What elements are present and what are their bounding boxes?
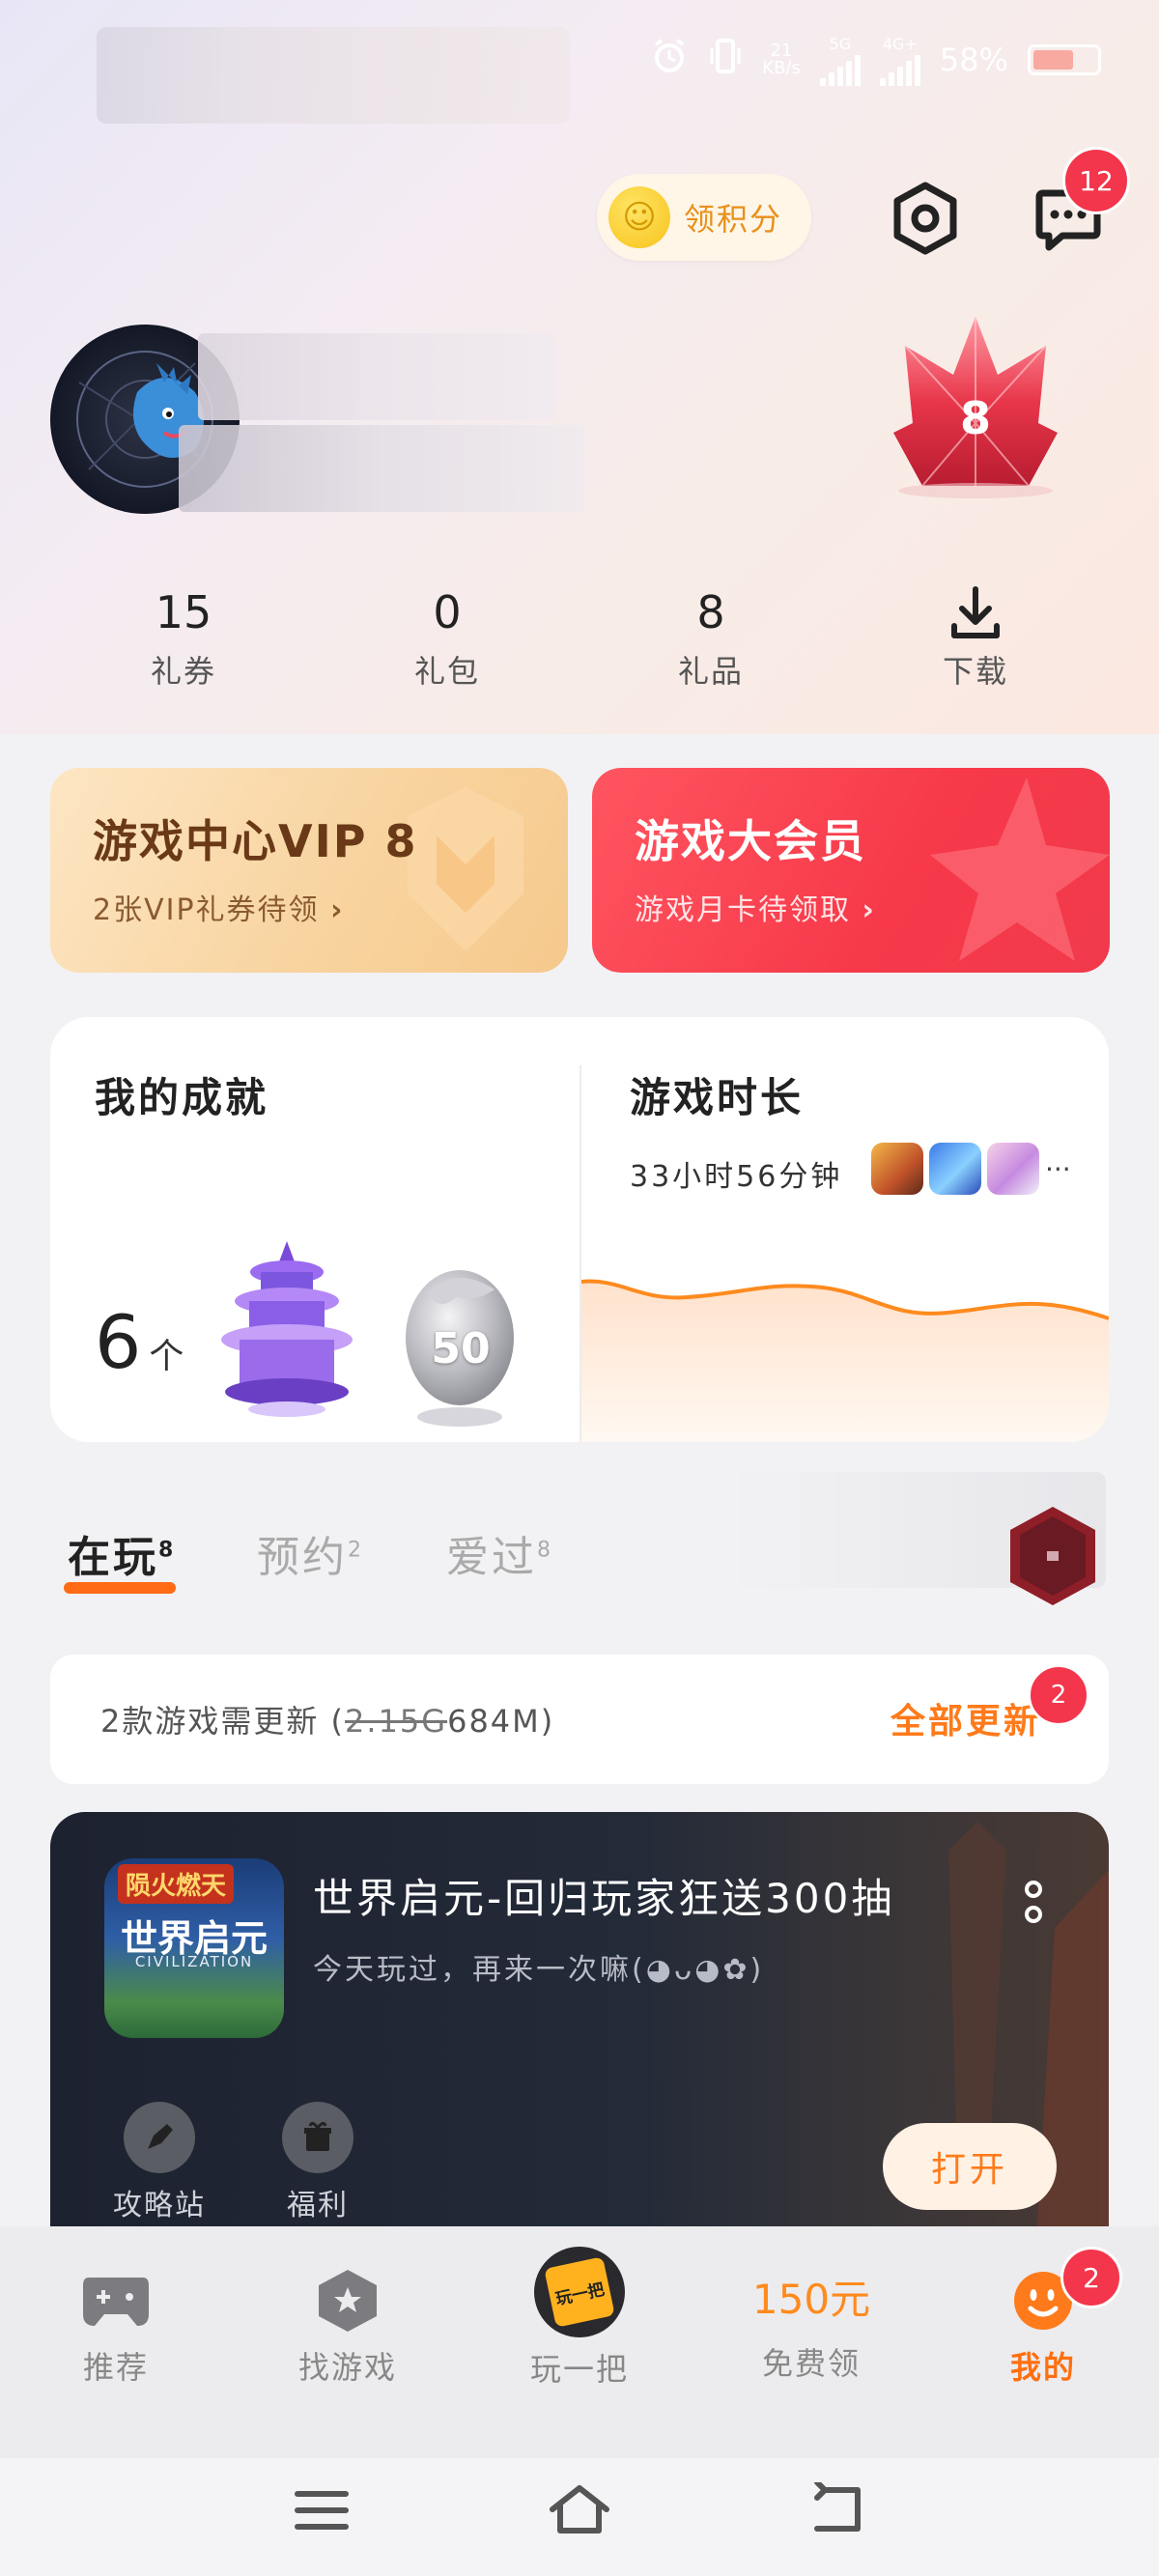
update-summary: 2款游戏需更新 (2.15G684M): [100, 1703, 555, 1740]
vibrate-icon: [708, 37, 743, 83]
menu-icon[interactable]: [294, 2488, 350, 2536]
nav-play-one-label: 玩一把: [529, 2351, 629, 2388]
update-new-size: 684M: [447, 1703, 541, 1740]
coin-smile-icon: ☺: [608, 186, 670, 248]
alarm-icon: [650, 37, 689, 83]
playtime-duration: 33小时56分钟: [630, 1160, 843, 1194]
settings-hex-icon: [893, 182, 957, 255]
signal-5g: 5G: [819, 35, 861, 86]
dragon-egg-badge-number: 50: [431, 1324, 491, 1373]
stat-coupons[interactable]: 15 礼券: [87, 583, 280, 692]
stat-gift-packs[interactable]: 0 礼包: [351, 583, 544, 692]
game-thumb-anime-icon: [987, 1143, 1039, 1195]
user-id-blurred: [179, 425, 584, 512]
game-app-icon[interactable]: 陨火燃天 世界启元 CIVILIZATION: [104, 1858, 284, 2038]
stat-gift-packs-label: 礼包: [413, 653, 480, 690]
game-card-subtitle: 今天玩过，再来一次嘛(◕ᴗ◕✿): [313, 1953, 765, 1987]
vip-center-subtitle: 2张VIP礼券待领 ›: [93, 893, 345, 927]
stat-gift-packs-value: 0: [433, 586, 462, 638]
game-icon-en: CIVILIZATION: [134, 1953, 254, 1970]
achievements-playtime-card: 我的成就 6 个 50 游戏时长 33小时56分钟 ···: [50, 1017, 1109, 1442]
guide-station-label: 攻略站: [113, 2189, 206, 2222]
game-member-card[interactable]: 游戏大会员 游戏月卡待领取 ›: [592, 768, 1110, 973]
game-member-title: 游戏大会员: [635, 815, 866, 867]
playtime-trend-line: [581, 1279, 1109, 1442]
battery-percent: 58%: [939, 42, 1008, 78]
recent-game-icons: ···: [871, 1143, 1071, 1195]
gift-box-icon: [282, 2102, 353, 2173]
stat-downloads-label: 下载: [942, 653, 1008, 690]
update-all-button[interactable]: 全部更新: [890, 1693, 1041, 1743]
nav-find-games[interactable]: 找游戏: [270, 2268, 425, 2388]
achievements-count: 6 个: [95, 1299, 184, 1385]
stat-coupons-value: 15: [155, 586, 212, 638]
more-options-icon[interactable]: [1020, 1876, 1047, 1934]
download-icon: [879, 583, 1072, 641]
pagoda-badge-icon: [221, 1241, 353, 1417]
game-card[interactable]: 陨火燃天 世界启元 CIVILIZATION 世界启元-回归玩家狂送300抽 今…: [50, 1812, 1109, 2256]
settings-button[interactable]: [887, 180, 964, 257]
nav-play-one[interactable]: 玩一把 玩一把: [502, 2247, 657, 2390]
welfare-label: 福利: [287, 2189, 349, 2222]
username-blurred: [198, 333, 555, 420]
play-one-icon: 玩一把: [534, 2247, 625, 2337]
update-old-size: 2.15G: [345, 1703, 448, 1740]
hexagon-star-icon: [319, 2270, 377, 2332]
more-games-ellipsis: ···: [1045, 1152, 1071, 1185]
battery-icon: [1028, 44, 1101, 75]
update-bar[interactable]: 2款游戏需更新 (2.15G684M) 全部更新 2: [50, 1655, 1109, 1784]
space-hexagon-button[interactable]: [1004, 1503, 1101, 1609]
game-thumb-cute-icon: [929, 1143, 981, 1195]
guide-station-button[interactable]: 攻略站: [106, 2102, 212, 2223]
welfare-button[interactable]: 福利: [265, 2102, 371, 2223]
member-star-decoration: [930, 778, 1110, 961]
free-claim-amount: 150元: [751, 2276, 871, 2323]
tab-playing[interactable]: 在玩8: [68, 1522, 176, 1584]
chevron-right-icon: ›: [862, 893, 876, 927]
network-speed: 21 KB/s: [762, 41, 801, 78]
game-icon-banner: 陨火燃天: [118, 1864, 235, 1904]
nav-find-games-label: 找游戏: [297, 2349, 397, 2386]
tab-loved[interactable]: 爱过8: [446, 1522, 553, 1584]
nav-recommend-label: 推荐: [82, 2349, 149, 2386]
signal-4g: 4G+: [879, 35, 920, 86]
claim-points-label: 领积分: [684, 201, 783, 238]
achievements-title[interactable]: 我的成就: [95, 1065, 269, 1124]
playtime-title[interactable]: 游戏时长: [630, 1065, 804, 1124]
game-thumb-warrior-icon: [871, 1143, 923, 1195]
update-badge: 2: [1028, 1664, 1089, 1726]
vip-level-number: 8: [959, 392, 991, 444]
stat-gifts[interactable]: 8 礼品: [614, 583, 807, 692]
status-bar-notifications-blurred: [97, 27, 570, 124]
guide-pen-icon: [124, 2102, 195, 2173]
tab-active-indicator: [64, 1582, 176, 1594]
vip-crown-badge[interactable]: 8: [874, 307, 1077, 500]
stat-gifts-label: 礼品: [677, 653, 744, 690]
chevron-right-icon: ›: [330, 893, 345, 927]
stat-gifts-value: 8: [696, 586, 725, 638]
status-bar: 21 KB/s 5G 4G+ 58%: [650, 31, 1101, 89]
claim-points-button[interactable]: ☺ 领积分: [597, 174, 811, 261]
stat-downloads[interactable]: 下载: [879, 583, 1072, 692]
vip-center-title: 游戏中心VIP 8: [93, 815, 418, 867]
tab-reserved[interactable]: 预约2: [257, 1522, 364, 1584]
game-member-subtitle: 游戏月卡待领取 ›: [635, 893, 876, 927]
nav-free-claim[interactable]: 150元 免费领: [734, 2268, 889, 2384]
stat-coupons-label: 礼券: [150, 653, 216, 690]
game-card-title: 世界启元-回归玩家狂送300抽: [313, 1875, 895, 1922]
home-icon[interactable]: [547, 2482, 612, 2540]
nav-mine-badge: 2: [1060, 2247, 1122, 2308]
nav-mine-label: 我的: [1009, 2349, 1076, 2386]
vip-center-card[interactable]: 游戏中心VIP 8 2张VIP礼券待领 ›: [50, 768, 568, 973]
nav-free-claim-label: 免费领: [761, 2345, 861, 2382]
messages-badge: 12: [1062, 147, 1130, 214]
back-icon[interactable]: [807, 2479, 865, 2540]
open-game-button[interactable]: 打开: [883, 2123, 1057, 2210]
nav-recommend[interactable]: 推荐: [39, 2268, 193, 2388]
gamepad-icon: [83, 2278, 149, 2326]
